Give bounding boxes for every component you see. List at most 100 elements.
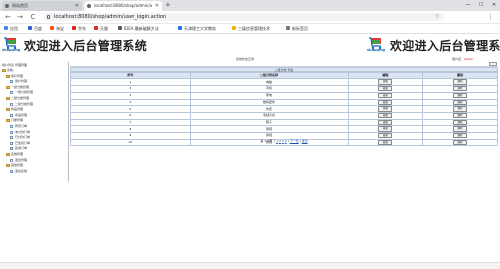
edit-button[interactable]: 编辑 (378, 113, 393, 119)
cell-name: 家电 (189, 91, 349, 100)
table-row: 1 电脑 编辑 删除 (70, 78, 498, 87)
edit-button[interactable]: 编辑 (378, 93, 393, 99)
sidebar-item[interactable]: 退出管理 (10, 158, 27, 163)
bookmark-baidu[interactable]: 百度 (28, 24, 42, 33)
info-icon[interactable] (47, 15, 50, 19)
bookmark-exam[interactable]: 三级信息管理技术 (232, 24, 270, 33)
sidebar-item-label: 订单管理 (11, 118, 24, 123)
delete-button[interactable]: 删除 (453, 133, 468, 139)
maximize-button[interactable]: ☐ (475, 0, 487, 11)
folder-icon (2, 69, 6, 72)
browser-toolbar: ← → C localhost:8080/shop/admin/user_log… (0, 11, 500, 24)
forward-button[interactable]: → (15, 12, 25, 22)
edit-button[interactable]: 编辑 (378, 126, 393, 132)
page-title: 欢迎进入后台管理系统 (24, 39, 148, 53)
sidebar-item[interactable]: 一级分类管理 (10, 90, 33, 95)
browser-tab-home[interactable]: 网站首页 ✕ (2, 1, 82, 11)
sidebar-item[interactable]: 系统管理 (6, 152, 23, 157)
page-link-2[interactable]: 2 (279, 139, 281, 143)
folder-icon (6, 97, 10, 100)
cell-delete: 删除 (422, 91, 498, 100)
logo-text: shopping (2, 48, 21, 52)
cell-id: 5 (70, 105, 191, 113)
tab-label: localhost:8080/shop/admin/a (94, 3, 153, 8)
main-content: 二级分类 列表 序号 二级分类名称 编辑 删除 1 电脑 编辑 删除 2 手机 编辑 删除 3 家… (70, 62, 498, 147)
bookmark-newtab[interactable]: 新标签页 (286, 24, 308, 33)
page-link-1[interactable]: 1 (276, 139, 278, 143)
url-text: localhost:8080/shop/admin/user_login.act… (54, 14, 167, 20)
tab-label: 网站首页 (12, 3, 28, 8)
cell-edit: 编辑 (347, 105, 424, 113)
edit-button[interactable]: 编辑 (378, 86, 393, 92)
sidebar-item[interactable]: 用户管理 (6, 74, 23, 79)
close-tab-icon[interactable]: ✕ (155, 1, 159, 11)
delete-button[interactable]: 删除 (453, 113, 468, 119)
back-button[interactable]: ← (3, 12, 13, 22)
sidebar-item-label: 完成订单 (15, 146, 28, 151)
close-window-button[interactable]: ✕ (488, 0, 500, 11)
sidebar-item[interactable]: 其他管理 (6, 163, 23, 168)
delete-button[interactable]: 删除 (453, 126, 468, 132)
document-icon (10, 147, 13, 151)
sidebar-item[interactable]: 所有订单 (10, 124, 27, 129)
bookmark-tmall[interactable]: 天猫 (94, 24, 108, 33)
minimize-button[interactable]: — (462, 0, 474, 11)
cell-name: 裤子 (189, 118, 349, 127)
sidebar-item[interactable]: 已付款订单 (10, 135, 30, 140)
cell-edit: 编辑 (347, 111, 424, 120)
pagination: 第 1/4页 | 1 2 3 4 | 下一页 | 尾页 (70, 139, 498, 144)
delete-button[interactable]: 删除 (453, 86, 468, 92)
delete-button[interactable]: 删除 (453, 93, 468, 99)
delete-button[interactable]: 删除 (453, 99, 468, 105)
document-icon (10, 80, 13, 84)
cell-id: 6 (70, 111, 191, 120)
bookmark-jd[interactable]: 京东 (72, 24, 86, 33)
sidebar-item-label: 系统管理 (11, 152, 24, 156)
delete-button[interactable]: 删除 (453, 106, 468, 112)
reload-button[interactable]: C (28, 12, 38, 22)
sidebar-item-label: 其他管理 (11, 163, 24, 168)
delete-button[interactable]: 删除 (453, 120, 468, 125)
refresh-icon[interactable] (489, 62, 497, 66)
edit-button[interactable]: 编辑 (378, 133, 393, 139)
page-link-4[interactable]: 4 (285, 139, 287, 143)
user-label: 用户名： (452, 57, 465, 61)
cell-edit: 编辑 (347, 118, 424, 127)
cell-name: 外套 (189, 105, 349, 113)
folder-icon (6, 74, 10, 78)
bookmark-star-icon[interactable]: ☆ (435, 13, 440, 21)
sidebar-item[interactable]: 完成订单 (10, 146, 27, 151)
sidebar-item[interactable]: 二级分类管理 (6, 96, 29, 101)
browser-menu-icon[interactable]: ⋮ (487, 12, 494, 22)
sidebar-item[interactable]: 二级分类管理 (10, 102, 33, 107)
browser-tab-admin[interactable]: localhost:8080/shop/admin/a ✕ (84, 1, 162, 11)
edit-button[interactable]: 编辑 (378, 99, 393, 105)
sidebar-item-label: 用户管理 (11, 73, 24, 78)
cell-name: 男鞋 (189, 125, 349, 133)
close-tab-icon[interactable]: ✕ (75, 1, 79, 11)
sidebar-item[interactable]: 退出系统 (10, 169, 27, 174)
last-page-link[interactable]: 尾页 (302, 139, 308, 143)
sidebar-item-label: 一级分类管理 (11, 84, 30, 89)
bookmark-taobao[interactable]: 淘宝 (50, 24, 64, 33)
edit-button[interactable]: 编辑 (378, 120, 393, 125)
new-tab-button[interactable]: + (165, 1, 171, 10)
sidebar-item[interactable]: 未付款订单 (10, 130, 30, 135)
sidebar-item[interactable]: 商品管理 (6, 107, 23, 112)
pager-summary: 第 1/4页 (260, 139, 273, 143)
sidebar-item[interactable]: 系统 (2, 68, 13, 73)
delete-button[interactable]: 删除 (453, 79, 468, 85)
sidebar-item[interactable]: 用户管理 (10, 79, 27, 84)
bookmark-idea[interactable]: IDEA 最新破解方法 (118, 24, 159, 33)
bookmark-apps[interactable]: 应用 (4, 24, 18, 33)
edit-button[interactable]: 编辑 (378, 106, 393, 112)
page-link-3[interactable]: 3 (282, 139, 284, 143)
sidebar-item-label: 用户管理 (15, 79, 28, 84)
sidebar-item-label: 所有订单 (15, 124, 28, 128)
bookmark-tjut[interactable]: 天津理工大学教务 (178, 24, 216, 33)
address-bar[interactable]: localhost:8080/shop/admin/user_login.act… (44, 13, 444, 21)
edit-button[interactable]: 编辑 (378, 79, 393, 85)
next-page-link[interactable]: 下一页 (290, 139, 299, 143)
sidebar-item[interactable]: 订单管理 (6, 118, 23, 123)
document-icon (10, 113, 13, 117)
